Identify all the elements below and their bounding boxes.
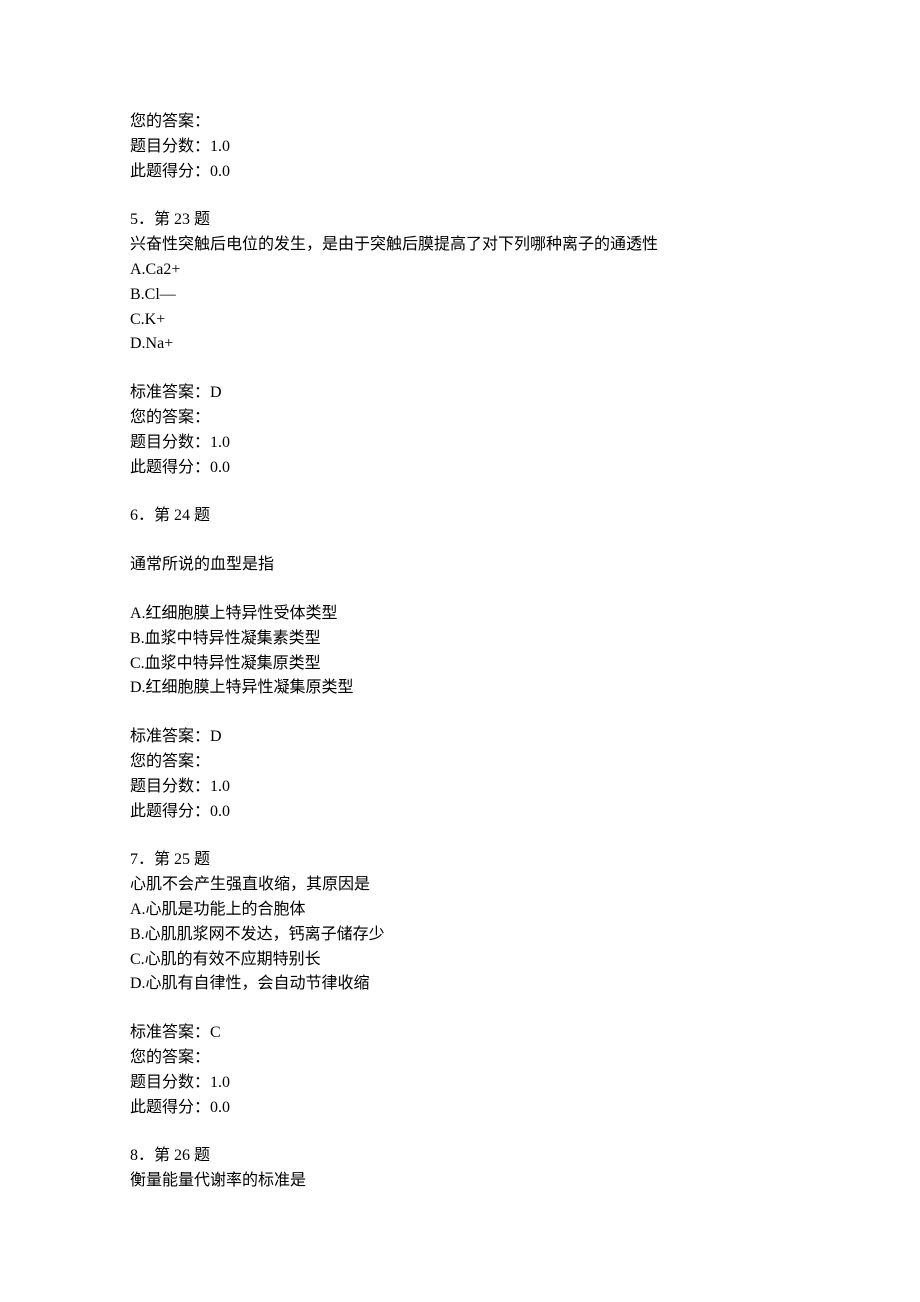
score-value: 1.0 xyxy=(210,778,230,795)
earned-line: 此题得分：0.0 xyxy=(130,456,790,481)
your-answer-label: 您的答案： xyxy=(130,113,210,130)
option: C.心肌的有效不应期特别长 xyxy=(130,948,790,973)
question-header: 7．第 25 题 xyxy=(130,848,790,873)
question-index: 6． xyxy=(130,507,154,524)
option: A.Ca2+ xyxy=(130,258,790,283)
standard-answer-value: D xyxy=(210,384,222,401)
question-index: 8． xyxy=(130,1147,154,1164)
earned-line: 此题得分：0.0 xyxy=(130,800,790,825)
earned-value: 0.0 xyxy=(210,803,230,820)
spacer xyxy=(130,824,790,848)
question-header: 6．第 24 题 xyxy=(130,504,790,529)
standard-answer-label: 标准答案： xyxy=(130,1024,210,1041)
your-answer-line: 您的答案： xyxy=(130,406,790,431)
option: B.Cl— xyxy=(130,283,790,308)
score-line: 题目分数：1.0 xyxy=(130,135,790,160)
question-index: 7． xyxy=(130,851,154,868)
option: C.血浆中特异性凝集原类型 xyxy=(130,652,790,677)
your-answer-line: 您的答案： xyxy=(130,750,790,775)
question-stem: 心肌不会产生强直收缩，其原因是 xyxy=(130,873,790,898)
score-line: 题目分数：1.0 xyxy=(130,431,790,456)
earned-label: 此题得分： xyxy=(130,163,210,180)
question-stem: 衡量能量代谢率的标准是 xyxy=(130,1169,790,1194)
option: C.K+ xyxy=(130,308,790,333)
option: A.心肌是功能上的合胞体 xyxy=(130,898,790,923)
score-value: 1.0 xyxy=(210,434,230,451)
spacer xyxy=(130,529,790,553)
your-answer-line: 您的答案： xyxy=(130,1046,790,1071)
earned-label: 此题得分： xyxy=(130,1099,210,1116)
option: D.Na+ xyxy=(130,332,790,357)
earned-label: 此题得分： xyxy=(130,803,210,820)
score-label: 题目分数： xyxy=(130,1074,210,1091)
standard-answer-label: 标准答案： xyxy=(130,384,210,401)
score-line: 题目分数：1.0 xyxy=(130,1071,790,1096)
question-title: 第 25 题 xyxy=(154,851,210,868)
option: D.心肌有自律性，会自动节律收缩 xyxy=(130,972,790,997)
score-value: 1.0 xyxy=(210,138,230,155)
score-label: 题目分数： xyxy=(130,138,210,155)
question-header: 8．第 26 题 xyxy=(130,1144,790,1169)
spacer xyxy=(130,578,790,602)
spacer xyxy=(130,480,790,504)
question-header: 5．第 23 题 xyxy=(130,208,790,233)
question-stem: 兴奋性突触后电位的发生，是由于突触后膜提高了对下列哪种离子的通透性 xyxy=(130,233,790,258)
your-answer-line: 您的答案： xyxy=(130,110,790,135)
score-line: 题目分数：1.0 xyxy=(130,775,790,800)
spacer xyxy=(130,357,790,381)
standard-answer-label: 标准答案： xyxy=(130,728,210,745)
option: B.血浆中特异性凝集素类型 xyxy=(130,627,790,652)
option: B.心肌肌浆网不发达，钙离子储存少 xyxy=(130,923,790,948)
standard-answer-line: 标准答案：C xyxy=(130,1021,790,1046)
standard-answer-value: C xyxy=(210,1024,221,1041)
option: A.红细胞膜上特异性受体类型 xyxy=(130,602,790,627)
your-answer-label: 您的答案： xyxy=(130,1049,210,1066)
score-label: 题目分数： xyxy=(130,434,210,451)
option: D.红细胞膜上特异性凝集原类型 xyxy=(130,676,790,701)
earned-value: 0.0 xyxy=(210,1099,230,1116)
earned-value: 0.0 xyxy=(210,163,230,180)
spacer xyxy=(130,997,790,1021)
question-title: 第 23 题 xyxy=(154,211,210,228)
question-stem: 通常所说的血型是指 xyxy=(130,553,790,578)
score-value: 1.0 xyxy=(210,1074,230,1091)
standard-answer-line: 标准答案：D xyxy=(130,725,790,750)
your-answer-label: 您的答案： xyxy=(130,753,210,770)
spacer xyxy=(130,1120,790,1144)
standard-answer-line: 标准答案：D xyxy=(130,381,790,406)
earned-line: 此题得分：0.0 xyxy=(130,1096,790,1121)
earned-value: 0.0 xyxy=(210,459,230,476)
spacer xyxy=(130,701,790,725)
question-title: 第 26 题 xyxy=(154,1147,210,1164)
earned-label: 此题得分： xyxy=(130,459,210,476)
question-title: 第 24 题 xyxy=(154,507,210,524)
exam-page: 您的答案： 题目分数：1.0 此题得分：0.0 5．第 23 题 兴奋性突触后电… xyxy=(0,0,920,1302)
standard-answer-value: D xyxy=(210,728,222,745)
question-index: 5． xyxy=(130,211,154,228)
spacer xyxy=(130,184,790,208)
your-answer-label: 您的答案： xyxy=(130,409,210,426)
score-label: 题目分数： xyxy=(130,778,210,795)
earned-line: 此题得分：0.0 xyxy=(130,160,790,185)
